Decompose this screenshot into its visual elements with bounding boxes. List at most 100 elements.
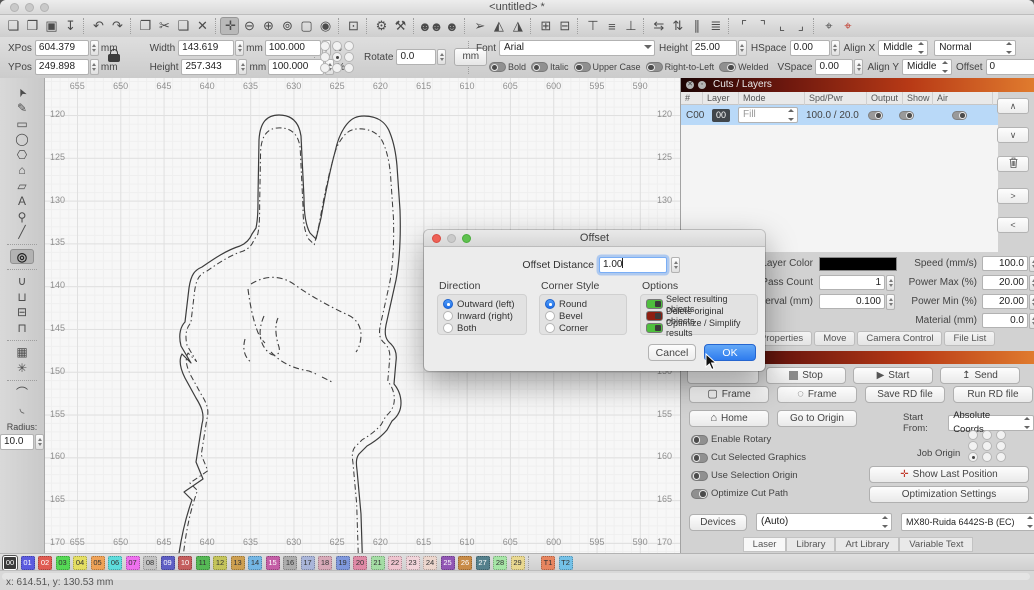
new-file[interactable]: ❏ — [3, 17, 22, 35]
text-style-select[interactable]: Normal — [934, 40, 1016, 56]
palette-swatch-05[interactable]: 05 — [91, 556, 105, 570]
offset-distance-stepper[interactable] — [671, 257, 680, 273]
port-select[interactable]: (Auto) — [756, 513, 892, 531]
start-button[interactable]: ▶Start — [853, 367, 933, 384]
pass-count-stepper[interactable] — [886, 275, 895, 291]
device-settings[interactable]: ⚒ — [390, 17, 409, 35]
panel-close-icon[interactable]: ✕ — [686, 81, 694, 89]
align-y-select[interactable]: Middle — [902, 59, 952, 75]
fillet-tool[interactable]: ⌒ — [10, 385, 34, 400]
radio-bevel[interactable]: Bevel — [545, 310, 621, 322]
circular-array-tool[interactable]: ✳ — [10, 360, 34, 375]
layer-mode-select[interactable]: Fill — [738, 107, 798, 123]
welded-toggle[interactable]: Welded — [719, 62, 773, 72]
space-horizontal[interactable]: ∥ — [686, 17, 705, 35]
anchor-point-6[interactable] — [320, 63, 330, 73]
optimization-settings-button[interactable]: Optimization Settings — [869, 486, 1029, 503]
xpos-stepper[interactable] — [90, 40, 99, 56]
palette-swatch-19[interactable]: 19 — [336, 556, 350, 570]
font-select[interactable]: Arial — [499, 40, 655, 56]
boolean-union-tool[interactable]: ⊔ — [10, 289, 34, 304]
position-tool[interactable]: ⚲ — [10, 209, 34, 224]
dialog-close-button[interactable] — [432, 234, 441, 243]
material-stepper[interactable] — [1029, 313, 1034, 329]
ellipse-tool[interactable]: ◯ — [10, 132, 34, 147]
home-button[interactable]: ⌂Home — [689, 410, 769, 427]
rotate-input[interactable]: 0.0 — [396, 49, 436, 65]
enable-rotary-toggle[interactable]: Enable Rotary — [691, 434, 771, 445]
power-min-stepper[interactable] — [1029, 294, 1034, 310]
job-origin-point-4[interactable] — [982, 441, 992, 451]
pan-view[interactable]: ✛ — [220, 17, 239, 35]
align-x-select[interactable]: Middle — [878, 40, 928, 56]
anchor-point-8[interactable] — [344, 63, 354, 73]
layer-show-toggle[interactable] — [899, 111, 914, 120]
panel-float-icon[interactable]: ◦ — [698, 81, 706, 89]
layer-color-badge[interactable]: 00 — [712, 109, 730, 122]
ungroup[interactable]: ⊟ — [554, 17, 573, 35]
palette-swatch-04[interactable]: 04 — [73, 556, 87, 570]
width-stepper[interactable] — [235, 40, 244, 56]
italic-toggle[interactable]: Italic — [531, 62, 574, 72]
palette-swatch-T1[interactable]: T1 — [541, 556, 555, 570]
frame-square-button[interactable]: ▢Frame — [689, 386, 769, 403]
cancel-button[interactable]: Cancel — [648, 344, 696, 361]
power-max-input[interactable]: 20.00 — [982, 275, 1028, 290]
rectangle-tool[interactable]: ▭ — [10, 116, 34, 131]
redo[interactable]: ↷ — [107, 17, 126, 35]
anchor-point-4[interactable] — [332, 52, 342, 62]
text-tool[interactable]: A — [10, 194, 34, 209]
palette-swatch-11[interactable]: 11 — [196, 556, 210, 570]
layer-panel-expand-button[interactable]: > — [997, 188, 1029, 204]
radio-inward-right-[interactable]: Inward (right) — [443, 310, 521, 322]
boolean-subtract-tool[interactable]: ⊟ — [10, 305, 34, 320]
right-to-left-toggle[interactable]: Right-to-Left — [646, 62, 720, 72]
lock-aspect-icon[interactable] — [108, 49, 120, 63]
palette-swatch-17[interactable]: 17 — [301, 556, 315, 570]
copy[interactable]: ❐ — [135, 17, 154, 35]
job-origin-point-7[interactable] — [982, 452, 992, 462]
palette-swatch-09[interactable]: 09 — [161, 556, 175, 570]
speed-stepper[interactable] — [1029, 256, 1034, 272]
height-input[interactable]: 257.343 — [181, 59, 237, 75]
palette-swatch-16[interactable]: 16 — [283, 556, 297, 570]
paste[interactable]: ❑ — [173, 17, 192, 35]
palette-swatch-25[interactable]: 25 — [441, 556, 455, 570]
anchor-point-0[interactable] — [320, 41, 330, 51]
anchor-point-3[interactable] — [320, 52, 330, 62]
import-file[interactable]: ↧ — [60, 17, 79, 35]
radius-input[interactable]: 10.0 — [0, 434, 34, 450]
dock-tab-variable-text[interactable]: Variable Text — [899, 537, 973, 552]
layer-delete-button[interactable] — [997, 156, 1029, 172]
devices-button[interactable]: Devices — [689, 514, 747, 531]
vspace-input[interactable]: 0.00 — [815, 59, 853, 75]
send-button[interactable]: ↥Send — [940, 367, 1020, 384]
camera[interactable]: ◉ — [315, 17, 334, 35]
open-file[interactable]: ❒ — [22, 17, 41, 35]
group[interactable]: ⊞ — [535, 17, 554, 35]
align-bottom[interactable]: ⊥ — [620, 17, 639, 35]
palette-swatch-03[interactable]: 03 — [56, 556, 70, 570]
single-user[interactable]: ☻ — [441, 17, 460, 35]
dock-tab-art-library[interactable]: Art Library — [835, 537, 899, 552]
tab-camera-control[interactable]: Camera Control — [857, 331, 942, 346]
material-input[interactable]: 0.0 — [982, 313, 1028, 328]
height-percent-input[interactable]: 100.000 — [268, 59, 324, 75]
boolean-intersect-tool[interactable]: ⊓ — [10, 320, 34, 335]
device-select[interactable]: MX80-Ruida 6442S-B (EC) — [901, 513, 1034, 531]
move-lower-right[interactable]: ⌟ — [790, 17, 809, 35]
cut-selected-graphics-toggle[interactable]: Cut Selected Graphics — [691, 452, 806, 463]
vspace-stepper[interactable] — [854, 59, 863, 75]
cut[interactable]: ✂ — [154, 17, 173, 35]
job-origin-point-2[interactable] — [996, 430, 1006, 440]
bold-toggle[interactable]: Bold — [489, 62, 531, 72]
zoom-out[interactable]: ⊖ — [239, 17, 258, 35]
radio-round[interactable]: Round — [545, 298, 621, 310]
show-last-position-button[interactable]: ✛Show Last Position — [869, 466, 1029, 483]
ypos-stepper[interactable] — [90, 59, 99, 75]
radio-corner[interactable]: Corner — [545, 322, 621, 334]
palette-swatch-T2[interactable]: T2 — [559, 556, 573, 570]
optimize-cut-path-toggle[interactable]: Optimize Cut Path — [691, 488, 788, 499]
palette-swatch-27[interactable]: 27 — [476, 556, 490, 570]
dialog-zoom-button[interactable] — [462, 234, 471, 243]
